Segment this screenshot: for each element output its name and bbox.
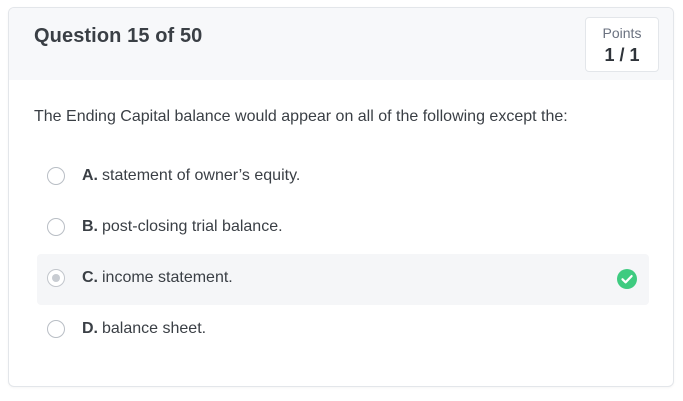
option-letter: B. (82, 218, 98, 235)
option-a[interactable]: A. statement of owner’s equity. (37, 152, 649, 203)
points-value: 1 / 1 (604, 45, 640, 65)
option-b[interactable]: B. post-closing trial balance. (37, 203, 649, 254)
option-letter: A. (82, 167, 98, 184)
option-text: post-closing trial balance. (102, 218, 283, 235)
points-label: Points (602, 25, 642, 41)
radio-button-a[interactable] (47, 167, 65, 185)
answer-options: A. statement of owner’s equity. B. post-… (37, 152, 649, 356)
radio-button-d[interactable] (47, 320, 65, 338)
option-d[interactable]: D. balance sheet. (37, 305, 649, 356)
radio-button-b[interactable] (47, 218, 65, 236)
radio-button-c[interactable] (47, 269, 65, 287)
option-text: balance sheet. (102, 320, 207, 337)
option-letter: C. (82, 269, 98, 286)
option-text: income statement. (102, 269, 233, 286)
question-title: Question 15 of 50 (34, 25, 203, 47)
question-text: The Ending Capital balance would appear … (34, 108, 568, 125)
option-text: statement of owner’s equity. (102, 167, 301, 184)
question-card: Question 15 of 50 Points 1 / 1 The Endin… (8, 7, 674, 387)
correct-check-icon (617, 269, 637, 289)
option-letter: D. (82, 320, 98, 337)
option-c[interactable]: C. income statement. (37, 254, 649, 305)
question-header: Question 15 of 50 Points 1 / 1 (9, 8, 673, 80)
points-box: Points 1 / 1 (585, 17, 659, 72)
